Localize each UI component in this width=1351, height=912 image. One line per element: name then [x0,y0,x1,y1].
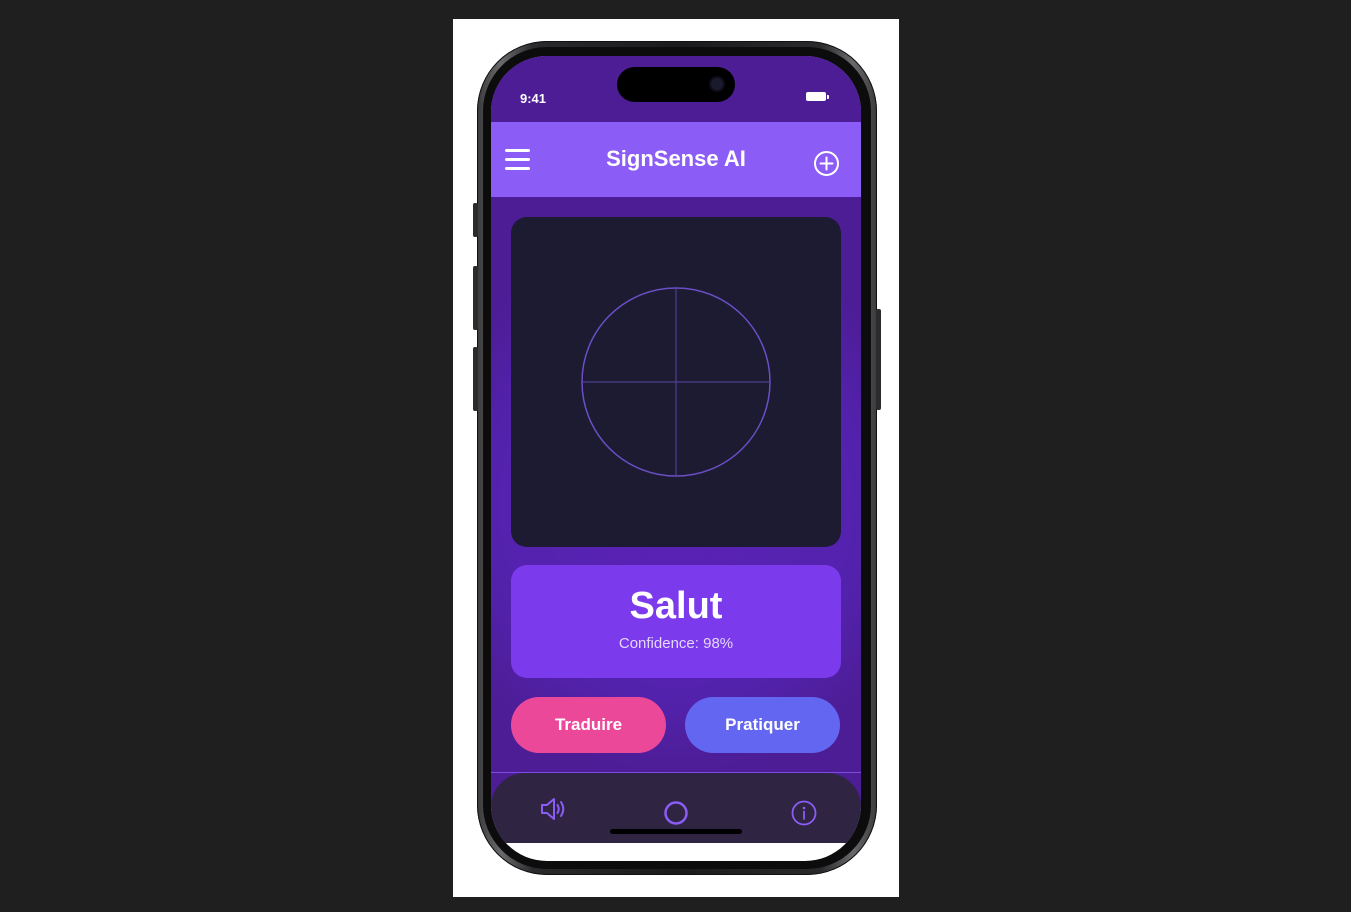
app-title: SignSense AI [606,146,746,171]
dynamic-island [617,67,735,102]
camera-view[interactable] [511,217,841,547]
translated-word: Salut [629,585,723,627]
app-header: SignSense AI [491,122,861,197]
hand-guide-crosshair [581,287,771,477]
speaker-icon[interactable] [538,794,568,824]
front-camera-icon [711,78,723,90]
practice-button[interactable]: Pratiquer [685,697,840,753]
phone-screen: 9:41 SignSense AI Salut Confidence: 98% … [491,56,861,861]
power-button [876,309,881,410]
status-time: 9:41 [520,91,547,106]
info-icon[interactable] [789,798,819,828]
translation-result-card: Salut Confidence: 98% [511,565,841,678]
home-indicator [610,829,742,834]
volume-down-button [473,347,478,411]
battery-icon [806,92,829,101]
record-ring-icon[interactable] [661,798,691,828]
status-bar: 9:41 [491,56,861,122]
action-button [473,203,478,237]
volume-up-button [473,266,478,330]
translate-button[interactable]: Traduire [511,697,666,753]
plus-circle-icon[interactable] [813,150,840,177]
app-background: 9:41 SignSense AI Salut Confidence: 98% … [491,56,861,843]
confidence-score: Confidence: 98% [618,635,734,652]
